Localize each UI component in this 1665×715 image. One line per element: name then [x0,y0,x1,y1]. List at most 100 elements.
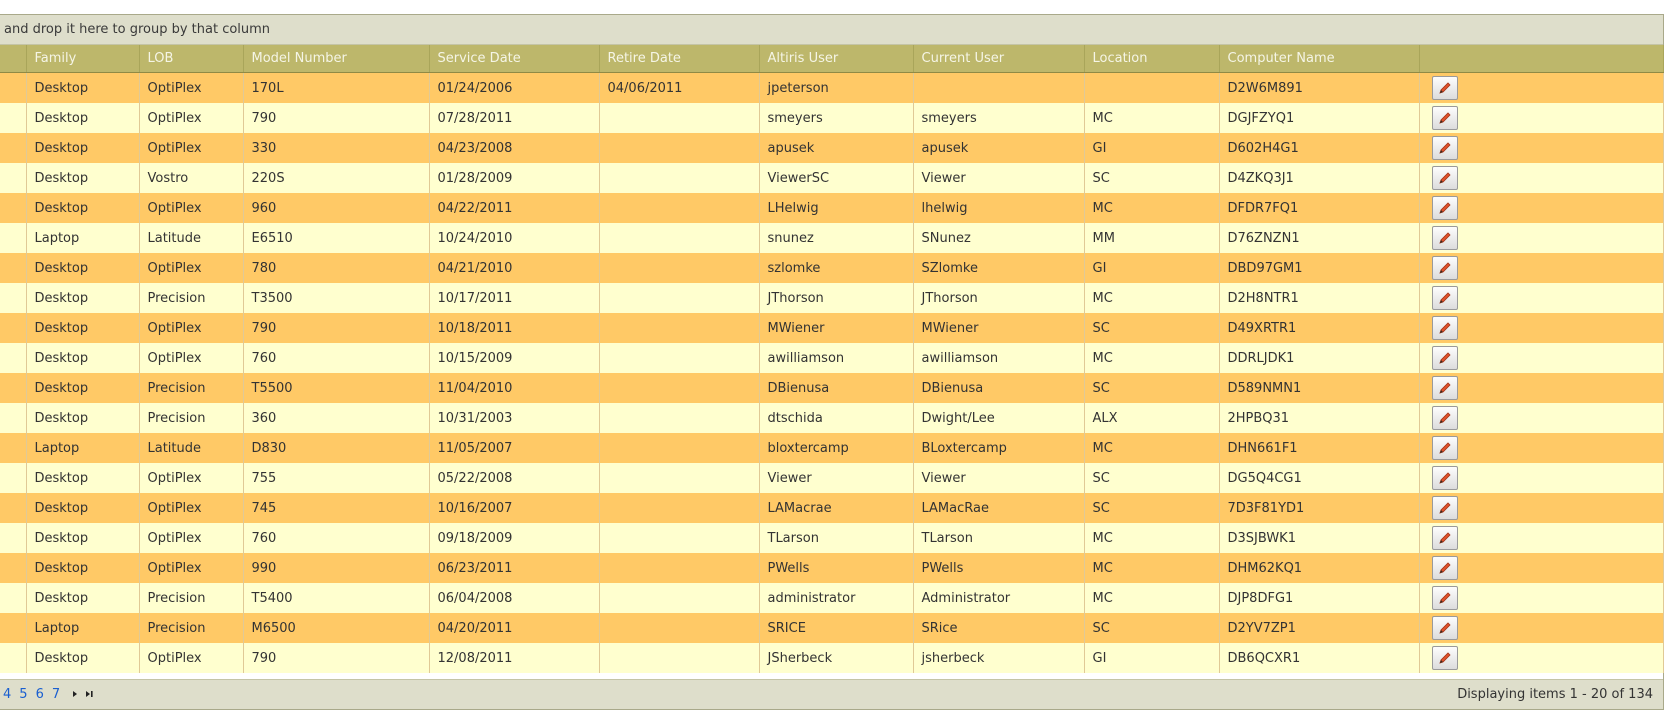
table-row[interactable]: Desktop OptiPlex 170L 01/24/2006 04/06/2011 j… [0,72,1664,103]
table-row[interactable]: Desktop OptiPlex 790 12/08/2011 JSherbeck jsh… [0,643,1664,673]
table-row[interactable]: Desktop OptiPlex 990 06/23/2011 PWells PWells… [0,553,1664,583]
edit-row-button[interactable] [1431,316,1458,340]
cell-computer-name: DHN661F1 [1219,433,1420,463]
edit-row-button[interactable] [1431,586,1458,610]
cell-retire-date [599,643,760,673]
table-row[interactable]: Desktop Precision T5500 11/04/2010 DBienusa D… [0,373,1664,403]
edit-row-button[interactable] [1431,106,1458,130]
cell-family: Desktop [26,373,140,403]
edit-row-button[interactable] [1431,226,1458,250]
cell-lob: OptiPlex [139,72,244,103]
edit-row-button[interactable] [1431,406,1458,430]
edit-row-button[interactable] [1431,136,1458,160]
column-header-service-date[interactable]: Service Date [429,45,600,73]
cell-actions [1419,643,1664,673]
edit-row-button[interactable] [1431,526,1458,550]
row-spacer [0,163,27,193]
row-spacer [0,343,27,373]
cell-current-user: apusek [913,133,1085,163]
edit-row-button[interactable] [1431,496,1458,520]
page-link[interactable]: 4 [3,687,11,702]
edit-row-button[interactable] [1431,436,1458,460]
edit-row-button[interactable] [1431,286,1458,310]
cell-computer-name: D49XRTR1 [1219,313,1420,343]
edit-row-button[interactable] [1431,256,1458,280]
pencil-icon [1438,202,1451,214]
table-row[interactable]: Laptop Precision M6500 04/20/2011 SRICE SRice… [0,613,1664,643]
table-row[interactable]: Laptop Latitude E6510 10/24/2010 snunez SNune… [0,223,1664,253]
column-header-family[interactable]: Family [26,45,140,73]
table-row[interactable]: Desktop OptiPlex 760 09/18/2009 TLarson TLars… [0,523,1664,553]
last-page-icon[interactable] [85,680,94,709]
table-row[interactable]: Desktop OptiPlex 790 07/28/2011 smeyers smeye… [0,103,1664,133]
table-row[interactable]: Desktop OptiPlex 755 05/22/2008 Viewer Viewer… [0,463,1664,493]
cell-lob: Vostro [139,163,244,193]
cell-current-user: awilliamson [913,343,1085,373]
table-row[interactable]: Laptop Latitude D830 11/05/2007 bloxtercamp B… [0,433,1664,463]
pencil-icon [1438,322,1451,334]
pencil-icon [1438,592,1451,604]
cell-retire-date [599,193,760,223]
cell-location [1084,72,1220,103]
cell-model-number: 745 [243,493,430,523]
cell-computer-name: DFDR7FQ1 [1219,193,1420,223]
pencil-icon [1438,562,1451,574]
next-page-icon[interactable] [71,680,79,709]
edit-row-button[interactable] [1431,76,1458,100]
edit-row-button[interactable] [1431,646,1458,670]
table-row[interactable]: Desktop OptiPlex 760 10/15/2009 awilliamson a… [0,343,1664,373]
page-link[interactable]: 6 [36,687,44,702]
table-row[interactable]: Desktop Precision T5400 06/04/2008 administr… [0,583,1664,613]
cell-location: MM [1084,223,1220,253]
column-header-lob[interactable]: LOB [139,45,244,73]
pencil-icon [1438,532,1451,544]
column-header-model-number[interactable]: Model Number [243,45,430,73]
column-header-location[interactable]: Location [1084,45,1220,73]
column-header-altiris-user[interactable]: Altiris User [759,45,914,73]
pencil-icon [1438,262,1451,274]
cell-family: Desktop [26,133,140,163]
table-row[interactable]: Desktop OptiPlex 745 10/16/2007 LAMacrae LAMa… [0,493,1664,523]
edit-row-button[interactable] [1431,346,1458,370]
cell-family: Desktop [26,493,140,523]
table-row[interactable]: Desktop OptiPlex 790 10/18/2011 MWiener MWien… [0,313,1664,343]
edit-row-button[interactable] [1431,376,1458,400]
cell-service-date: 06/04/2008 [429,583,600,613]
table-row[interactable]: Desktop OptiPlex 330 04/23/2008 apusek apusek… [0,133,1664,163]
cell-service-date: 10/15/2009 [429,343,600,373]
cell-retire-date [599,613,760,643]
group-by-panel[interactable]: and drop it here to group by that column [0,15,1663,45]
table-row[interactable]: Desktop Precision T3500 10/17/2011 JThorson J… [0,283,1664,313]
column-header-current-user[interactable]: Current User [913,45,1085,73]
edit-row-button[interactable] [1431,616,1458,640]
edit-row-button[interactable] [1431,556,1458,580]
page-link[interactable]: 7 [52,687,60,702]
cell-service-date: 11/04/2010 [429,373,600,403]
table-row[interactable]: Desktop OptiPlex 780 04/21/2010 szlomke SZlom… [0,253,1664,283]
pencil-icon [1438,472,1451,484]
cell-altiris-user: TLarson [759,523,914,553]
cell-current-user: lhelwig [913,193,1085,223]
page-link[interactable]: 5 [19,687,27,702]
cell-service-date: 10/31/2003 [429,403,600,433]
cell-family: Desktop [26,583,140,613]
table-row[interactable]: Desktop Vostro 220S 01/28/2009 ViewerSC Viewe… [0,163,1664,193]
cell-retire-date [599,463,760,493]
edit-row-button[interactable] [1431,466,1458,490]
table-row[interactable]: Desktop OptiPlex 960 04/22/2011 LHelwig lhelw… [0,193,1664,223]
cell-family: Desktop [26,313,140,343]
edit-row-button[interactable] [1431,196,1458,220]
cell-lob: OptiPlex [139,253,244,283]
row-spacer [0,613,27,643]
cell-service-date: 04/21/2010 [429,253,600,283]
column-header-retire-date[interactable]: Retire Date [599,45,760,73]
edit-row-button[interactable] [1431,166,1458,190]
table-row[interactable]: Desktop Precision 360 10/31/2003 dtschida Dwi… [0,403,1664,433]
cell-service-date: 12/08/2011 [429,643,600,673]
column-header-computer-name[interactable]: Computer Name [1219,45,1420,73]
cell-family: Laptop [26,433,140,463]
cell-lob: Latitude [139,223,244,253]
cell-service-date: 01/24/2006 [429,72,600,103]
cell-model-number: T3500 [243,283,430,313]
grid-body: Desktop OptiPlex 170L 01/24/2006 04/06/2011 j… [0,72,1664,673]
